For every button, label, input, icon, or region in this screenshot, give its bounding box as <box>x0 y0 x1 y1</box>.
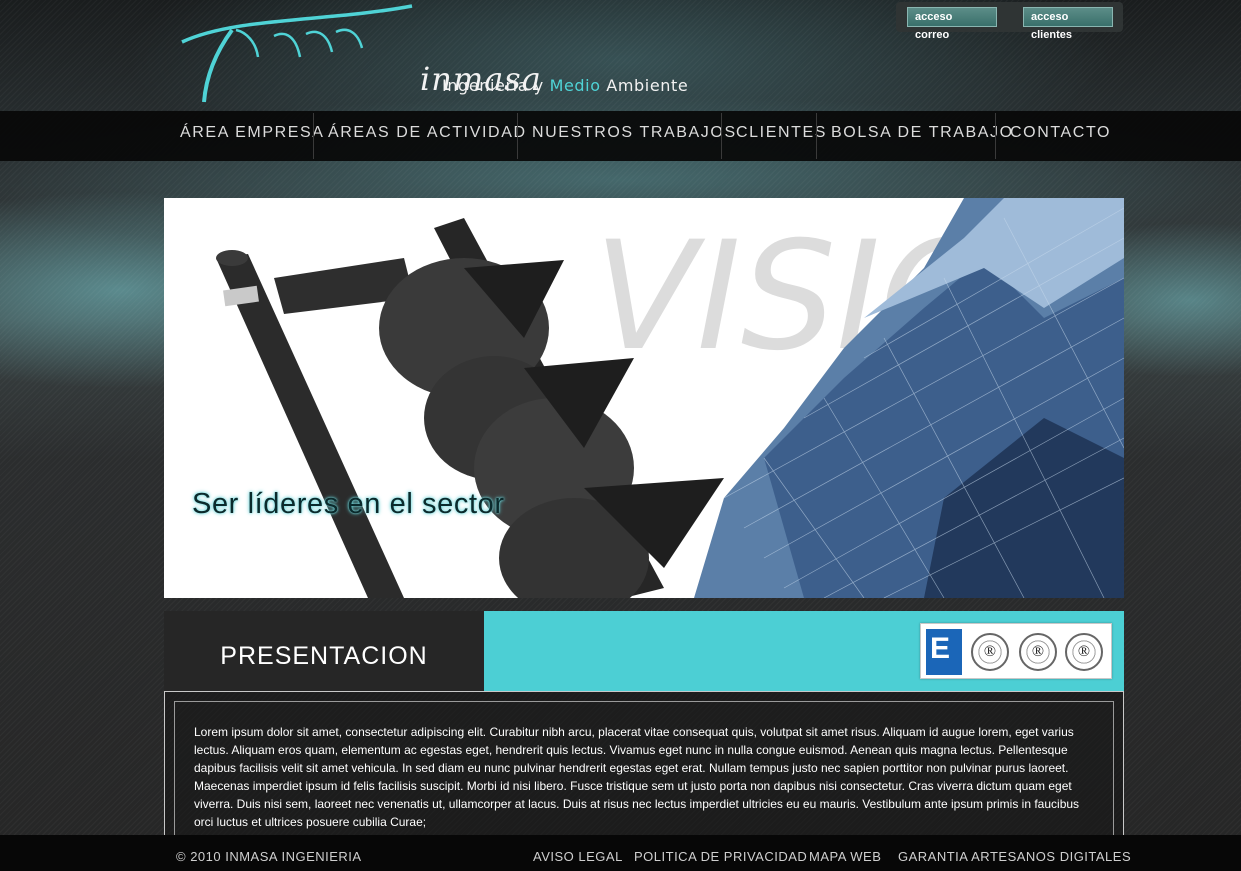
footer-link-aviso-legal[interactable]: AVISO LEGAL <box>533 849 623 864</box>
logo-tagline: Ingeniería y Medio Ambiente <box>442 76 688 95</box>
nav-divider <box>721 113 722 159</box>
site-logo[interactable]: inmasa Ingeniería y Medio Ambiente <box>176 2 736 108</box>
certification-seal-label: ® <box>983 643 997 660</box>
site-header: inmasa Ingeniería y Medio Ambiente acces… <box>0 0 1241 111</box>
certification-e-icon: E <box>926 629 962 675</box>
nav-divider <box>816 113 817 159</box>
presentation-title-panel: PRESENTACION <box>164 611 484 691</box>
nav-divider <box>313 113 314 159</box>
presentation-body-text: Lorem ipsum dolor sit amet, consectetur … <box>194 725 1080 829</box>
tagline-accent: Medio <box>549 76 601 95</box>
nav-item-bolsa-trabajo[interactable]: BOLSA DE TRABAJO <box>831 111 1014 161</box>
certification-seal-icon: ® <box>1019 633 1057 671</box>
nav-divider <box>995 113 996 159</box>
nav-divider <box>517 113 518 159</box>
access-mail-button[interactable]: acceso correo <box>907 7 997 41</box>
site-footer: © 2010 INMASA INGENIERIA AVISO LEGAL POL… <box>0 835 1241 871</box>
nav-item-areas-actividad[interactable]: ÁREAS DE ACTIVIDAD <box>328 111 527 161</box>
footer-link-privacidad[interactable]: POLITICA DE PRIVACIDAD <box>634 849 807 864</box>
nav-item-nuestros-trabajos[interactable]: NUESTROS TRABAJOS <box>532 111 737 161</box>
presentation-accent-panel: E ® ® ® <box>484 611 1124 691</box>
presentation-title: PRESENTACION <box>220 642 428 670</box>
certification-e-label: E <box>930 632 951 665</box>
presentation-bar: PRESENTACION E ® ® ® <box>164 611 1124 691</box>
banner-caption: Ser líderes en el sector <box>192 488 505 520</box>
certification-seal-icon: ® <box>971 633 1009 671</box>
nav-item-clientes[interactable]: CLIENTES <box>736 111 827 161</box>
hero-banner: VISIO Ser líderes en el sector <box>164 198 1124 598</box>
certification-seal-label: ® <box>1031 643 1045 660</box>
tagline-part2: Ambiente <box>600 76 689 95</box>
footer-copyright: © 2010 INMASA INGENIERIA <box>176 849 362 864</box>
tagline-part1: Ingeniería y <box>442 76 550 95</box>
access-panel: acceso correo acceso clientes <box>896 2 1123 41</box>
access-clients-button[interactable]: acceso clientes <box>1023 7 1113 41</box>
footer-link-garantia[interactable]: GARANTIA ARTESANOS DIGITALES <box>898 849 1131 864</box>
footer-link-mapa-web[interactable]: MAPA WEB <box>809 849 881 864</box>
nav-item-area-empresa[interactable]: ÁREA EMPRESA <box>180 111 325 161</box>
main-nav: ÁREA EMPRESA ÁREAS DE ACTIVIDAD NUESTROS… <box>0 111 1241 161</box>
certification-seal-icon: ® <box>1065 633 1103 671</box>
nav-item-contacto[interactable]: CONTACTO <box>1010 111 1111 161</box>
certification-seal-label: ® <box>1077 643 1091 660</box>
certifications-box: E ® ® ® <box>920 623 1112 679</box>
hero-illustration: VISIO <box>216 198 1124 598</box>
